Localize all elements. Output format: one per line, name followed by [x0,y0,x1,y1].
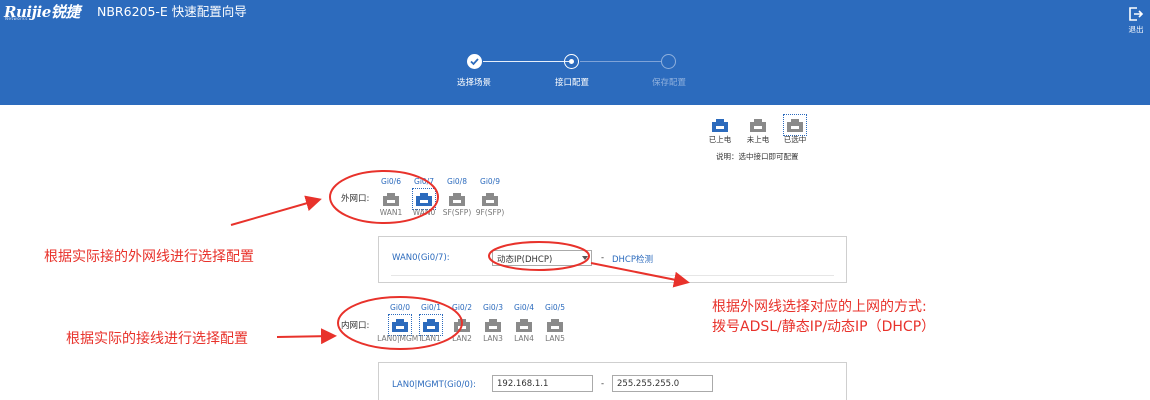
port-name: Gi0/8 [447,177,467,186]
setup-wizard-page: Ruijie锐捷 Networks NBR6205-E 快速配置向导 退出 选择… [0,0,1150,400]
port-gi0-7[interactable]: Gi0/7 WAN0 [409,177,439,217]
chevron-down-icon [582,256,588,260]
port-name: Gi0/9 [480,177,500,186]
step-2-label[interactable]: 接口配置 [555,76,589,88]
port-gi0-6[interactable]: Gi0/6 WAN1 [376,177,406,217]
port-name: Gi0/3 [483,303,503,312]
ethernet-port-icon [750,119,766,132]
checkmark-icon [470,58,479,66]
logout-icon [1129,7,1144,21]
lan-annotation: 根据实际的接线进行选择配置 [66,331,248,347]
port-gi0-1[interactable]: Gi0/1 LAN1 [416,303,446,343]
ethernet-port-icon [482,193,498,206]
wan-config-panel: WAN0(Gi0/7): 动态IP(DHCP) - DHCP检测 [378,236,847,283]
legend-selected: 已选中 [782,114,808,144]
selected-frame [412,188,436,210]
ethernet-port-icon [383,193,399,206]
lan-mask-input[interactable] [612,375,713,392]
lan-config-label: LAN0|MGMT(Gi0/0): [392,380,476,390]
wan-mode-value: 动态IP(DHCP) [497,255,553,265]
wan-arrow [230,195,322,226]
ethernet-port-icon [787,119,803,132]
ethernet-port-icon [516,319,532,332]
step-2-circle [564,54,579,69]
legend-unpowered: 未上电 [745,114,771,144]
wan-group-label: 外网口: [341,194,370,204]
mode-annotation-line2: 拨号ADSL/静态IP/动态IP（DHCP） [712,319,936,335]
lan-separator: - [601,379,605,389]
port-gi0-9[interactable]: Gi0/9 9F(SFP) [475,177,505,217]
lan-config-panel: LAN0|MGMT(Gi0/0): - [378,362,847,400]
logout-label: 退出 [1128,25,1144,34]
header-bar: Ruijie锐捷 Networks NBR6205-E 快速配置向导 退出 选择… [0,0,1150,105]
port-name: Gi0/0 [390,303,410,312]
mode-annotation-line1: 根据外网线选择对应的上网的方式: [712,299,927,315]
port-gi0-8[interactable]: Gi0/8 SF(SFP) [442,177,472,217]
step-connector-1 [483,61,569,62]
step-1-label[interactable]: 选择场景 [457,76,491,88]
ethernet-port-icon [392,319,408,332]
selected-frame [388,314,412,336]
selected-frame [783,114,807,136]
ruijie-logo: Ruijie锐捷 Networks [4,1,89,21]
port-name: Gi0/6 [381,177,401,186]
port-name: Gi0/7 [414,177,434,186]
port-label: LAN5 [545,334,565,343]
ethernet-port-icon [423,319,439,332]
port-name: Gi0/4 [514,303,534,312]
lan-group-label: 内网口: [341,321,370,331]
port-label: 9F(SFP) [475,208,505,217]
wan-separator: - [601,253,605,263]
panel-divider [391,275,834,276]
logout-button[interactable]: 退出 [1122,6,1150,35]
ethernet-port-icon [449,193,465,206]
port-gi0-0[interactable]: Gi0/0 LAN0|MGMT [377,303,423,343]
ethernet-port-icon [547,319,563,332]
ethernet-port-icon [416,193,432,206]
legend-powered-label: 已上电 [708,135,732,144]
step-3-label: 保存配置 [651,78,687,88]
legend-unpowered-label: 未上电 [746,135,770,144]
ethernet-port-icon [485,319,501,332]
step-1-circle [467,54,482,69]
port-gi0-4[interactable]: Gi0/4 LAN4 [509,303,539,343]
step-connector-2 [580,61,662,62]
wan-config-label: WAN0(Gi0/7): [392,253,450,263]
step-3-circle [661,54,676,69]
port-name: Gi0/2 [452,303,472,312]
legend-powered: 已上电 [707,114,733,144]
port-gi0-2[interactable]: Gi0/2 LAN2 [447,303,477,343]
legend-note: 说明：选中接口即可配置 [716,152,799,161]
port-gi0-5[interactable]: Gi0/5 LAN5 [540,303,570,343]
port-name: Gi0/5 [545,303,565,312]
port-gi0-3[interactable]: Gi0/3 LAN3 [478,303,508,343]
app-title: NBR6205-E 快速配置向导 [97,4,247,19]
dhcp-detect-link[interactable]: DHCP检测 [612,253,653,265]
ethernet-port-icon [712,119,728,132]
logo-subtext: Networks [5,16,28,21]
wan-mode-select[interactable]: 动态IP(DHCP) [492,250,592,266]
legend-selected-label: 已选中 [783,135,807,144]
wan-annotation: 根据实际接的外网线进行选择配置 [44,249,254,265]
lan-arrow [276,328,337,345]
lan-ip-input[interactable] [492,375,593,392]
ethernet-port-icon [454,319,470,332]
port-name: Gi0/1 [421,303,441,312]
selected-frame [419,314,443,336]
